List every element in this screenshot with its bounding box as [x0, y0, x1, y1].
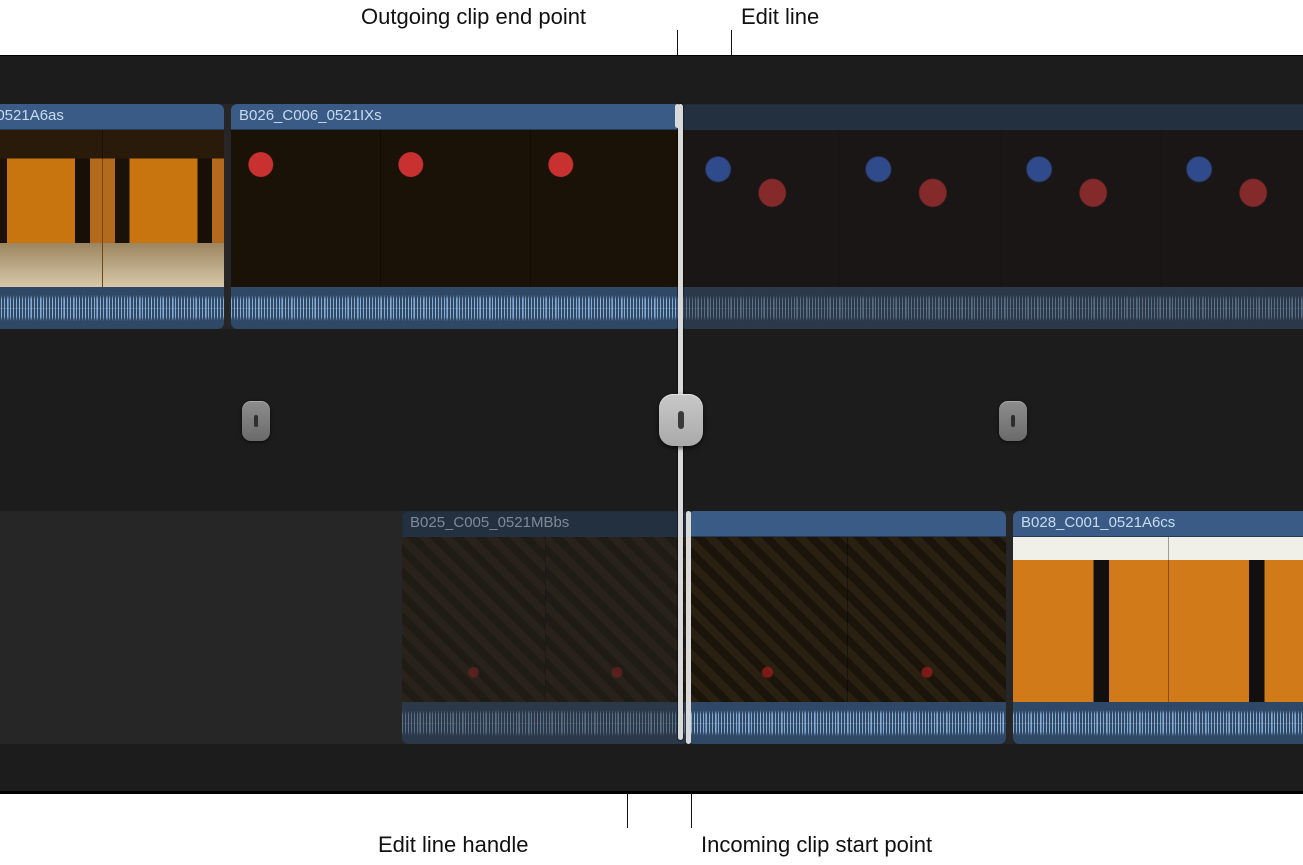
upper-track: _0521A6as B026_C006_0521IXs: [0, 104, 1303, 329]
thumb-icon: [680, 130, 840, 287]
clip-title: [680, 104, 1303, 130]
prev-edit-handle[interactable]: [242, 401, 270, 441]
clip-thumbnails: [0, 130, 224, 287]
outgoing-end-marker[interactable]: [675, 104, 680, 128]
clip-thumbnails: [1013, 537, 1303, 702]
lower-clip-a-ghost[interactable]: B025_C005_0521MBbs: [402, 511, 688, 744]
edit-line-handle[interactable]: [659, 394, 703, 446]
thumb-icon: [103, 130, 225, 287]
thumb-icon: [840, 130, 1000, 287]
clip-title: B026_C006_0521IXs: [231, 104, 680, 130]
upper-clip-b-ghost[interactable]: [680, 104, 1303, 329]
clip-thumbnails: [680, 130, 1303, 287]
thumb-icon: [1001, 130, 1161, 287]
clip-title: _0521A6as: [0, 104, 224, 130]
upper-clip-b[interactable]: B026_C006_0521IXs: [231, 104, 680, 329]
lower-clip-c[interactable]: B028_C001_0521A6cs: [1013, 511, 1303, 744]
audio-waveform: [680, 287, 1303, 329]
audio-waveform: [1013, 702, 1303, 744]
lower-track: B025_C005_0521MBbs B028_C001_0521A6cs: [0, 511, 1303, 744]
clip-thumbnails: [402, 537, 688, 702]
audio-waveform: [231, 287, 680, 329]
clip-title: B028_C001_0521A6cs: [1013, 511, 1303, 537]
next-edit-handle[interactable]: [999, 401, 1027, 441]
clip-title: B025_C005_0521MBbs: [402, 511, 688, 537]
thumb-icon: [546, 537, 689, 702]
thumb-icon: [0, 130, 103, 287]
clip-thumbnails: [688, 537, 1006, 702]
anno-outgoing-label: Outgoing clip end point: [361, 4, 586, 30]
audio-waveform: [688, 702, 1006, 744]
thumb-icon: [1013, 537, 1169, 702]
lower-clip-a[interactable]: [688, 511, 1006, 744]
thumb-icon: [688, 537, 848, 702]
upper-clip-a[interactable]: _0521A6as: [0, 104, 224, 329]
clip-title: [688, 511, 1006, 537]
thumb-icon: [1161, 130, 1303, 287]
incoming-start-marker[interactable]: [686, 511, 691, 744]
audio-waveform: [0, 287, 224, 329]
anno-incoming-label: Incoming clip start point: [701, 832, 932, 858]
thumb-icon: [1169, 537, 1303, 702]
anno-editline-label: Edit line: [741, 4, 819, 30]
clip-thumbnails: [231, 130, 680, 287]
thumb-icon: [231, 130, 381, 287]
thumb-icon: [381, 130, 531, 287]
thumb-icon: [402, 537, 546, 702]
precision-editor-timeline[interactable]: _0521A6as B026_C006_0521IXs: [0, 55, 1303, 794]
handle-rail: [0, 381, 1303, 461]
thumb-icon: [531, 130, 680, 287]
audio-waveform: [402, 702, 688, 744]
anno-handle-label: Edit line handle: [378, 832, 528, 858]
thumb-icon: [848, 537, 1007, 702]
